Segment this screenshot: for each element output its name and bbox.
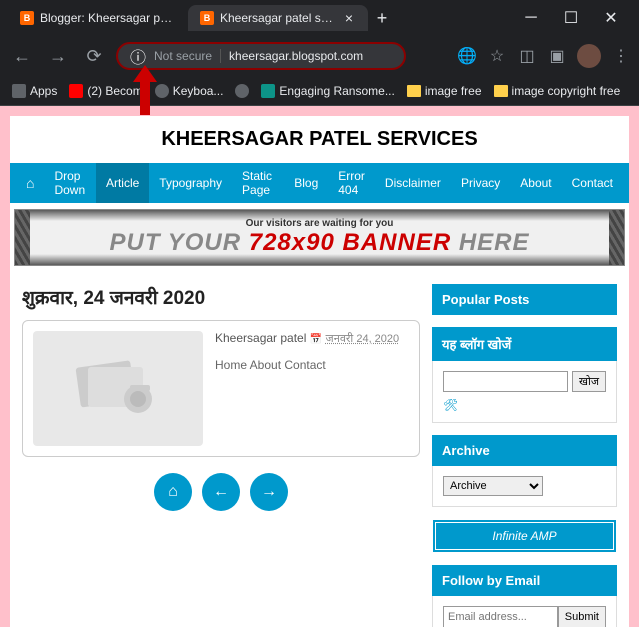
maximize-button[interactable]: ☐ <box>559 6 583 30</box>
post-card[interactable]: Kheersagar patel 📅 जनवरी 24, 2020 Home A… <box>22 320 420 457</box>
banner-title: PUT YOUR 728x90 BANNER HERE <box>35 229 604 257</box>
follow-email-widget: Follow by Email Submit <box>432 565 617 627</box>
widget-body: खोज 🛠 <box>432 361 617 423</box>
info-icon[interactable]: ⓘ <box>130 44 146 68</box>
post-excerpt: Home About Contact <box>215 358 409 372</box>
security-status: Not secure <box>154 49 221 63</box>
url-text: kheersagar.blogspot.com <box>229 49 363 63</box>
date-heading: शुक्रवार, 24 जनवरी 2020 <box>22 284 420 310</box>
settings-icon[interactable]: 🛠 <box>443 398 606 412</box>
nav-error[interactable]: Error 404 <box>328 163 375 203</box>
browser-tab-0[interactable]: B Blogger: Kheersagar patel servic <box>8 5 188 31</box>
nav-blog[interactable]: Blog <box>284 163 328 203</box>
nav-article[interactable]: Article <box>96 163 149 203</box>
back-button[interactable]: ← <box>8 42 36 70</box>
site-title: KHEERSAGAR PATEL SERVICES <box>10 116 629 163</box>
email-form: Submit <box>443 606 606 627</box>
toolbar-right: 🌐 ☆ ◫ ▣ ⋮ <box>457 44 631 68</box>
tab-title: Kheersagar patel services <box>220 11 336 25</box>
address-bar[interactable]: ⓘ Not secure kheersagar.blogspot.com <box>116 42 406 70</box>
address-row: ← → ⟳ ⓘ Not secure kheersagar.blogspot.c… <box>0 36 639 76</box>
archive-widget: Archive Archive <box>432 435 617 507</box>
post-thumbnail <box>33 331 203 446</box>
bookmark-folder[interactable]: image free <box>407 84 482 98</box>
close-icon[interactable]: × <box>342 11 356 25</box>
minimize-button[interactable]: ─ <box>519 6 543 30</box>
nav-about[interactable]: About <box>510 163 561 203</box>
close-window-button[interactable]: ✕ <box>599 6 623 30</box>
placeholder-image-icon <box>68 349 168 429</box>
nav-contact[interactable]: Contact <box>562 163 623 203</box>
bookmark-item[interactable] <box>235 84 249 98</box>
calendar-icon: 📅 <box>310 334 322 345</box>
apps-bookmark[interactable]: Apps <box>12 84 57 98</box>
blogger-favicon: B <box>20 11 34 25</box>
apps-icon <box>12 84 26 98</box>
widget-header: Follow by Email <box>432 565 617 596</box>
browser-chrome: B Blogger: Kheersagar patel servic B Khe… <box>0 0 639 106</box>
pager-next-button[interactable]: → <box>250 473 288 511</box>
main-navbar: ⌂ Drop Down Article Typography Static Pa… <box>10 163 629 203</box>
bookmarks-bar: Apps (2) Becom Keyboa... Engaging Ransom… <box>0 76 639 106</box>
email-input[interactable] <box>443 606 558 627</box>
search-form: खोज <box>443 371 606 392</box>
folder-icon <box>407 85 421 97</box>
forward-button[interactable]: → <box>44 42 72 70</box>
pager: ⌂ ← → <box>22 473 420 511</box>
main-area: शुक्रवार, 24 जनवरी 2020 Kheersagar p <box>10 272 629 627</box>
ad-banner[interactable]: Our visitors are waiting for you PUT YOU… <box>14 209 625 266</box>
tab-bar: B Blogger: Kheersagar patel servic B Khe… <box>0 0 639 36</box>
search-widget: यह ब्लॉग खोजें खोज 🛠 <box>432 327 617 423</box>
extension-icon-2[interactable]: ▣ <box>547 46 567 66</box>
pager-prev-button[interactable]: ← <box>202 473 240 511</box>
search-input[interactable] <box>443 371 568 392</box>
banner-subtitle: Our visitors are waiting for you <box>35 218 604 229</box>
bookmark-item[interactable]: Engaging Ransome... <box>261 84 394 98</box>
nav-privacy[interactable]: Privacy <box>451 163 510 203</box>
page-content: KHEERSAGAR PATEL SERVICES ⌂ Drop Down Ar… <box>10 116 629 627</box>
widget-body: Archive <box>432 466 617 507</box>
nav-static[interactable]: Static Page <box>232 163 284 203</box>
widget-body: Submit <box>432 596 617 627</box>
site-icon <box>155 84 169 98</box>
page-viewport[interactable]: KHEERSAGAR PATEL SERVICES ⌂ Drop Down Ar… <box>0 106 639 627</box>
sidebar-column: Popular Posts यह ब्लॉग खोजें खोज 🛠 A <box>432 284 617 627</box>
post-date: जनवरी 24, 2020 <box>326 333 400 345</box>
bookmark-folder[interactable]: image copyright free <box>494 84 621 98</box>
translate-icon[interactable]: 🌐 <box>457 46 477 66</box>
amp-label: Infinite AMP <box>492 529 556 543</box>
folder-icon <box>494 85 508 97</box>
star-icon[interactable]: ☆ <box>487 46 507 66</box>
bookmark-item[interactable]: (2) Becom <box>69 84 142 98</box>
widget-header: यह ब्लॉग खोजें <box>432 327 617 361</box>
post-meta: Kheersagar patel 📅 जनवरी 24, 2020 Home A… <box>215 331 409 446</box>
archive-select[interactable]: Archive <box>443 476 543 496</box>
nav-home[interactable]: ⌂ <box>16 163 44 203</box>
widget-header: Archive <box>432 435 617 466</box>
nav-disclaimer[interactable]: Disclaimer <box>375 163 451 203</box>
widget-header: Popular Posts <box>432 284 617 315</box>
window-controls: ─ ☐ ✕ <box>519 6 631 30</box>
submit-button[interactable]: Submit <box>558 606 606 627</box>
extension-icon[interactable]: ◫ <box>517 46 537 66</box>
popular-posts-widget: Popular Posts <box>432 284 617 315</box>
tab-title: Blogger: Kheersagar patel servic <box>40 11 176 25</box>
profile-avatar[interactable] <box>577 44 601 68</box>
content-column: शुक्रवार, 24 जनवरी 2020 Kheersagar p <box>22 284 420 627</box>
blogger-favicon: B <box>200 11 214 25</box>
nav-typography[interactable]: Typography <box>149 163 232 203</box>
pager-home-button[interactable]: ⌂ <box>154 473 192 511</box>
amp-banner[interactable]: Infinite AMP <box>432 519 617 553</box>
reload-button[interactable]: ⟳ <box>80 42 108 70</box>
search-button[interactable]: खोज <box>572 371 606 392</box>
site-icon <box>261 84 275 98</box>
site-icon <box>235 84 249 98</box>
bookmark-item[interactable]: Keyboa... <box>155 84 224 98</box>
youtube-icon <box>69 84 83 98</box>
menu-icon[interactable]: ⋮ <box>611 46 631 66</box>
browser-tab-1[interactable]: B Kheersagar patel services × <box>188 5 368 31</box>
post-author: Kheersagar patel 📅 जनवरी 24, 2020 <box>215 331 409 346</box>
nav-dropdown[interactable]: Drop Down <box>44 163 95 203</box>
new-tab-button[interactable]: + <box>368 4 396 32</box>
